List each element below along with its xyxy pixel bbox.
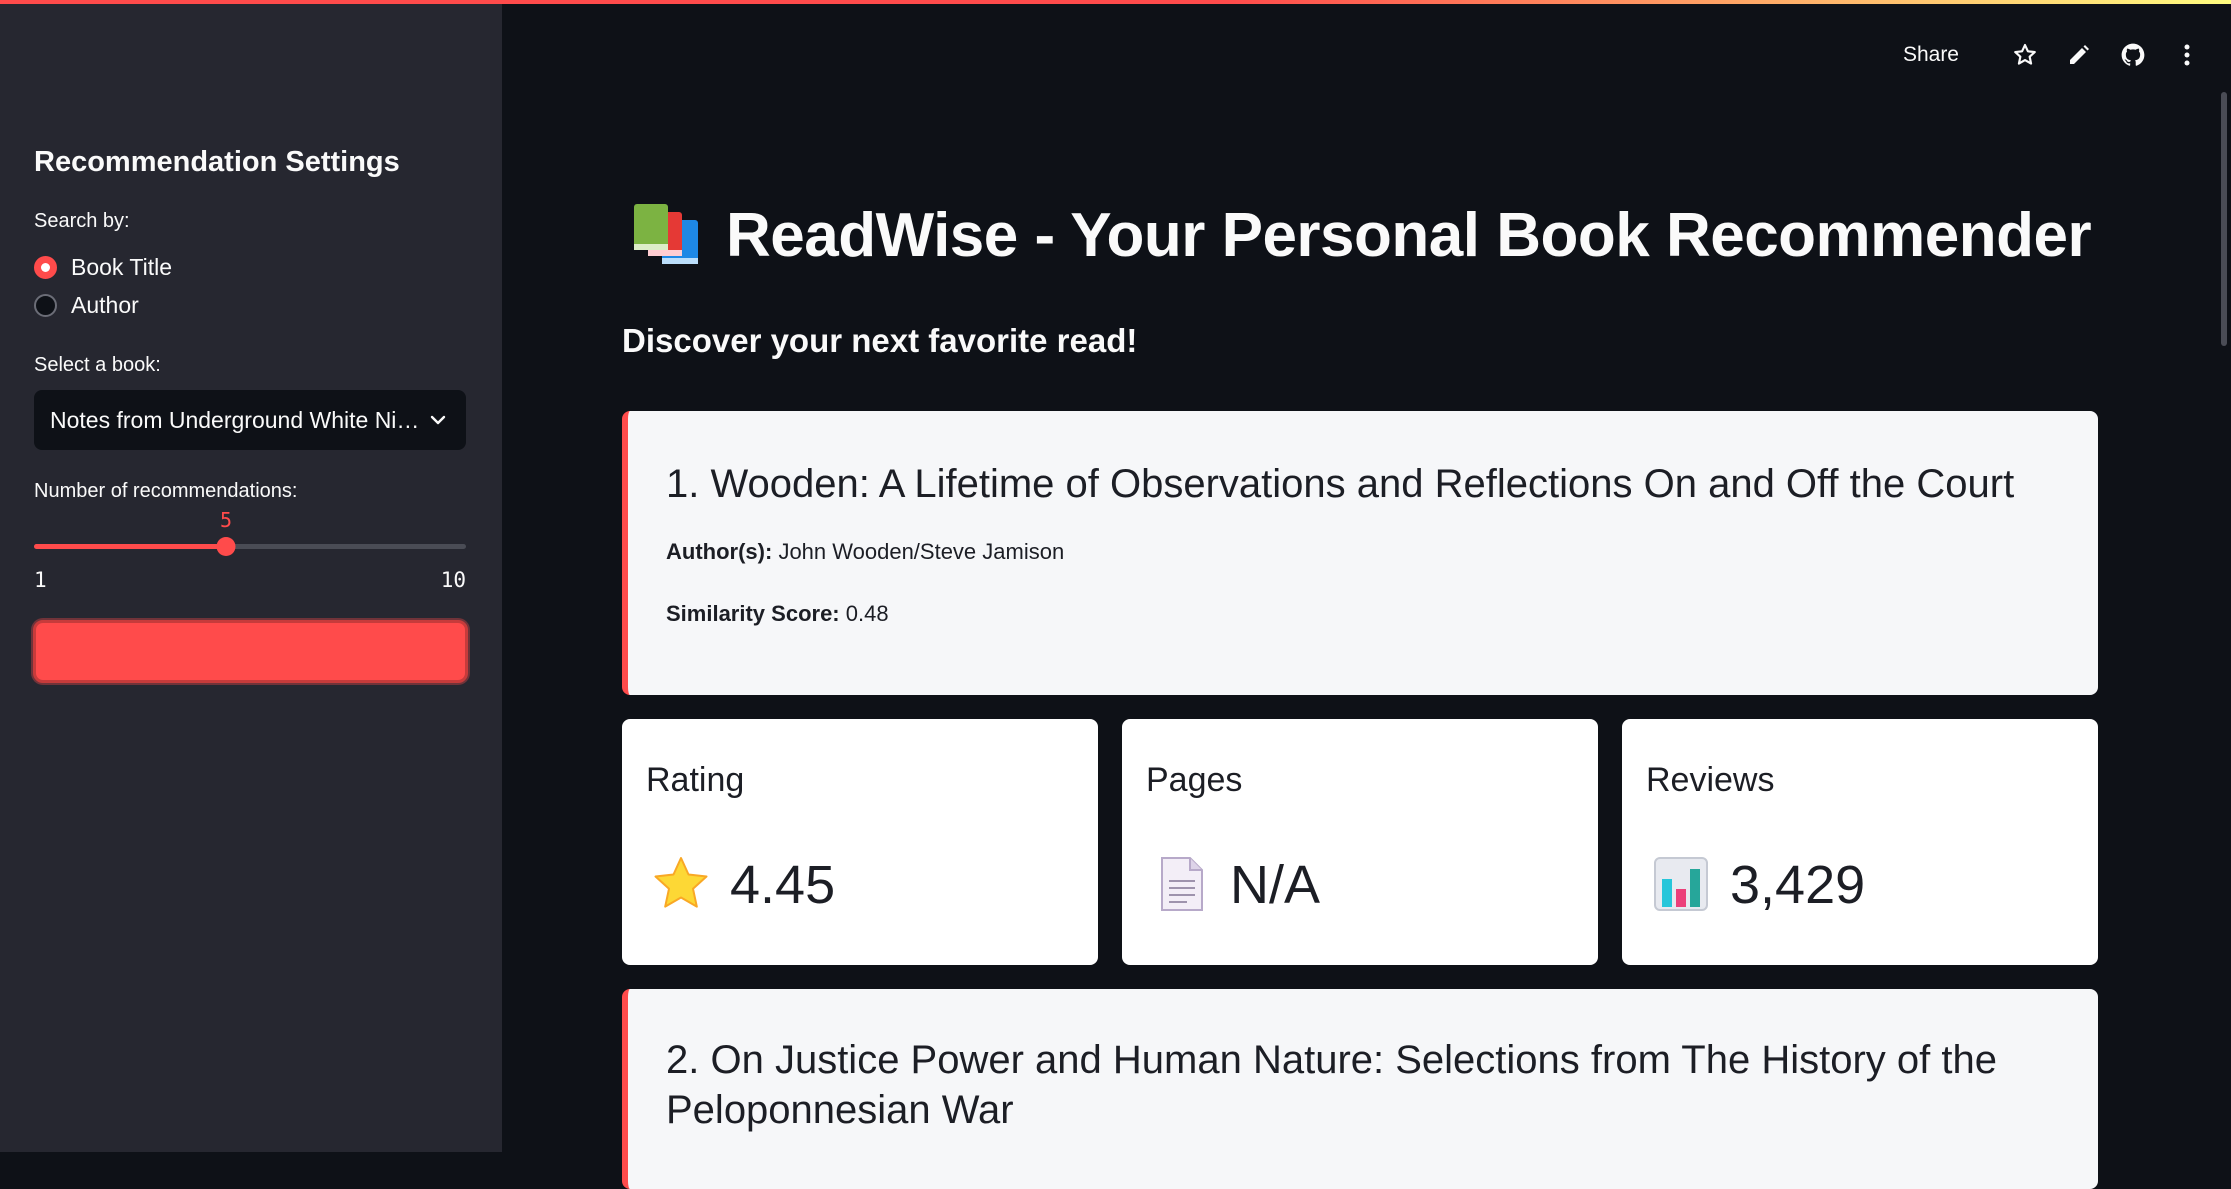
recommendation-title-line-2: Peloponnesian War bbox=[666, 1088, 1014, 1132]
similarity-value: 0.48 bbox=[845, 601, 889, 626]
metric-value: 3,429 bbox=[1730, 855, 1866, 915]
radio-book-title[interactable]: Book Title bbox=[34, 252, 172, 282]
recommendation-card: 2. On Justice Power and Human Nature: Se… bbox=[622, 989, 2098, 1189]
recommendation-title: 1. Wooden: A Lifetime of Observations an… bbox=[666, 462, 2015, 506]
metric-card-rating: Rating 4.45 bbox=[622, 719, 1098, 965]
radio-author-label: Author bbox=[71, 291, 139, 318]
radio-unselected-icon bbox=[34, 293, 57, 317]
radio-selected-icon bbox=[34, 255, 57, 279]
metric-value: N/A bbox=[1230, 855, 1321, 915]
recommendation-similarity: Similarity Score: 0.48 bbox=[666, 601, 889, 627]
num-recs-label: Number of recommendations: bbox=[34, 480, 298, 502]
author-label: Author(s): bbox=[666, 539, 773, 564]
book-select-value: Notes from Underground White Nights The … bbox=[50, 406, 428, 433]
author-value: John Wooden/Steve Jamison bbox=[778, 539, 1065, 564]
metric-label: Rating bbox=[646, 761, 745, 799]
bar-chart-emoji-icon bbox=[1654, 857, 1708, 911]
get-recommendations-button[interactable] bbox=[33, 620, 468, 683]
radio-book-title-label: Book Title bbox=[71, 253, 172, 280]
slider-value: 5 bbox=[219, 508, 233, 532]
slider-min-label: 1 bbox=[34, 568, 47, 592]
page-header: ReadWise - Your Personal Book Recommende… bbox=[632, 200, 2092, 271]
sidebar-title: Recommendation Settings bbox=[34, 146, 400, 178]
page-emoji-icon bbox=[1161, 857, 1203, 911]
recommendation-card: 1. Wooden: A Lifetime of Observations an… bbox=[622, 411, 2098, 695]
star-emoji-icon bbox=[654, 857, 708, 908]
slider-track-fill bbox=[34, 544, 226, 549]
metric-label: Pages bbox=[1146, 761, 1243, 799]
main-content: ReadWise - Your Personal Book Recommende… bbox=[502, 0, 2231, 1189]
metric-value: 4.45 bbox=[730, 855, 836, 915]
recommendation-author: Author(s): John Wooden/Steve Jamison bbox=[666, 539, 1064, 565]
chevron-down-icon bbox=[430, 415, 446, 425]
slider-max-label: 10 bbox=[440, 568, 466, 592]
page-subtitle: Discover your next favorite read! bbox=[622, 322, 1138, 359]
similarity-label: Similarity Score: bbox=[666, 601, 840, 626]
recommendation-title-line-1: 2. On Justice Power and Human Nature: Se… bbox=[666, 1038, 1997, 1082]
search-by-label: Search by: bbox=[34, 210, 130, 232]
slider-thumb[interactable] bbox=[216, 537, 236, 556]
books-emoji-icon bbox=[634, 203, 698, 264]
page-title: ReadWise - Your Personal Book Recommende… bbox=[726, 201, 2092, 270]
book-select-dropdown[interactable]: Notes from Underground White Nights The … bbox=[34, 390, 466, 450]
metric-label: Reviews bbox=[1646, 761, 1775, 799]
sidebar: Recommendation Settings Search by: Book … bbox=[0, 0, 502, 1152]
radio-author[interactable]: Author bbox=[34, 290, 139, 320]
select-book-label: Select a book: bbox=[34, 354, 161, 376]
num-recs-slider[interactable]: 5 1 10 bbox=[34, 505, 466, 595]
metric-card-pages: Pages N/A bbox=[1122, 719, 1598, 965]
metric-card-reviews: Reviews 3,429 bbox=[1622, 719, 2098, 965]
top-decoration-bar bbox=[0, 0, 2231, 4]
